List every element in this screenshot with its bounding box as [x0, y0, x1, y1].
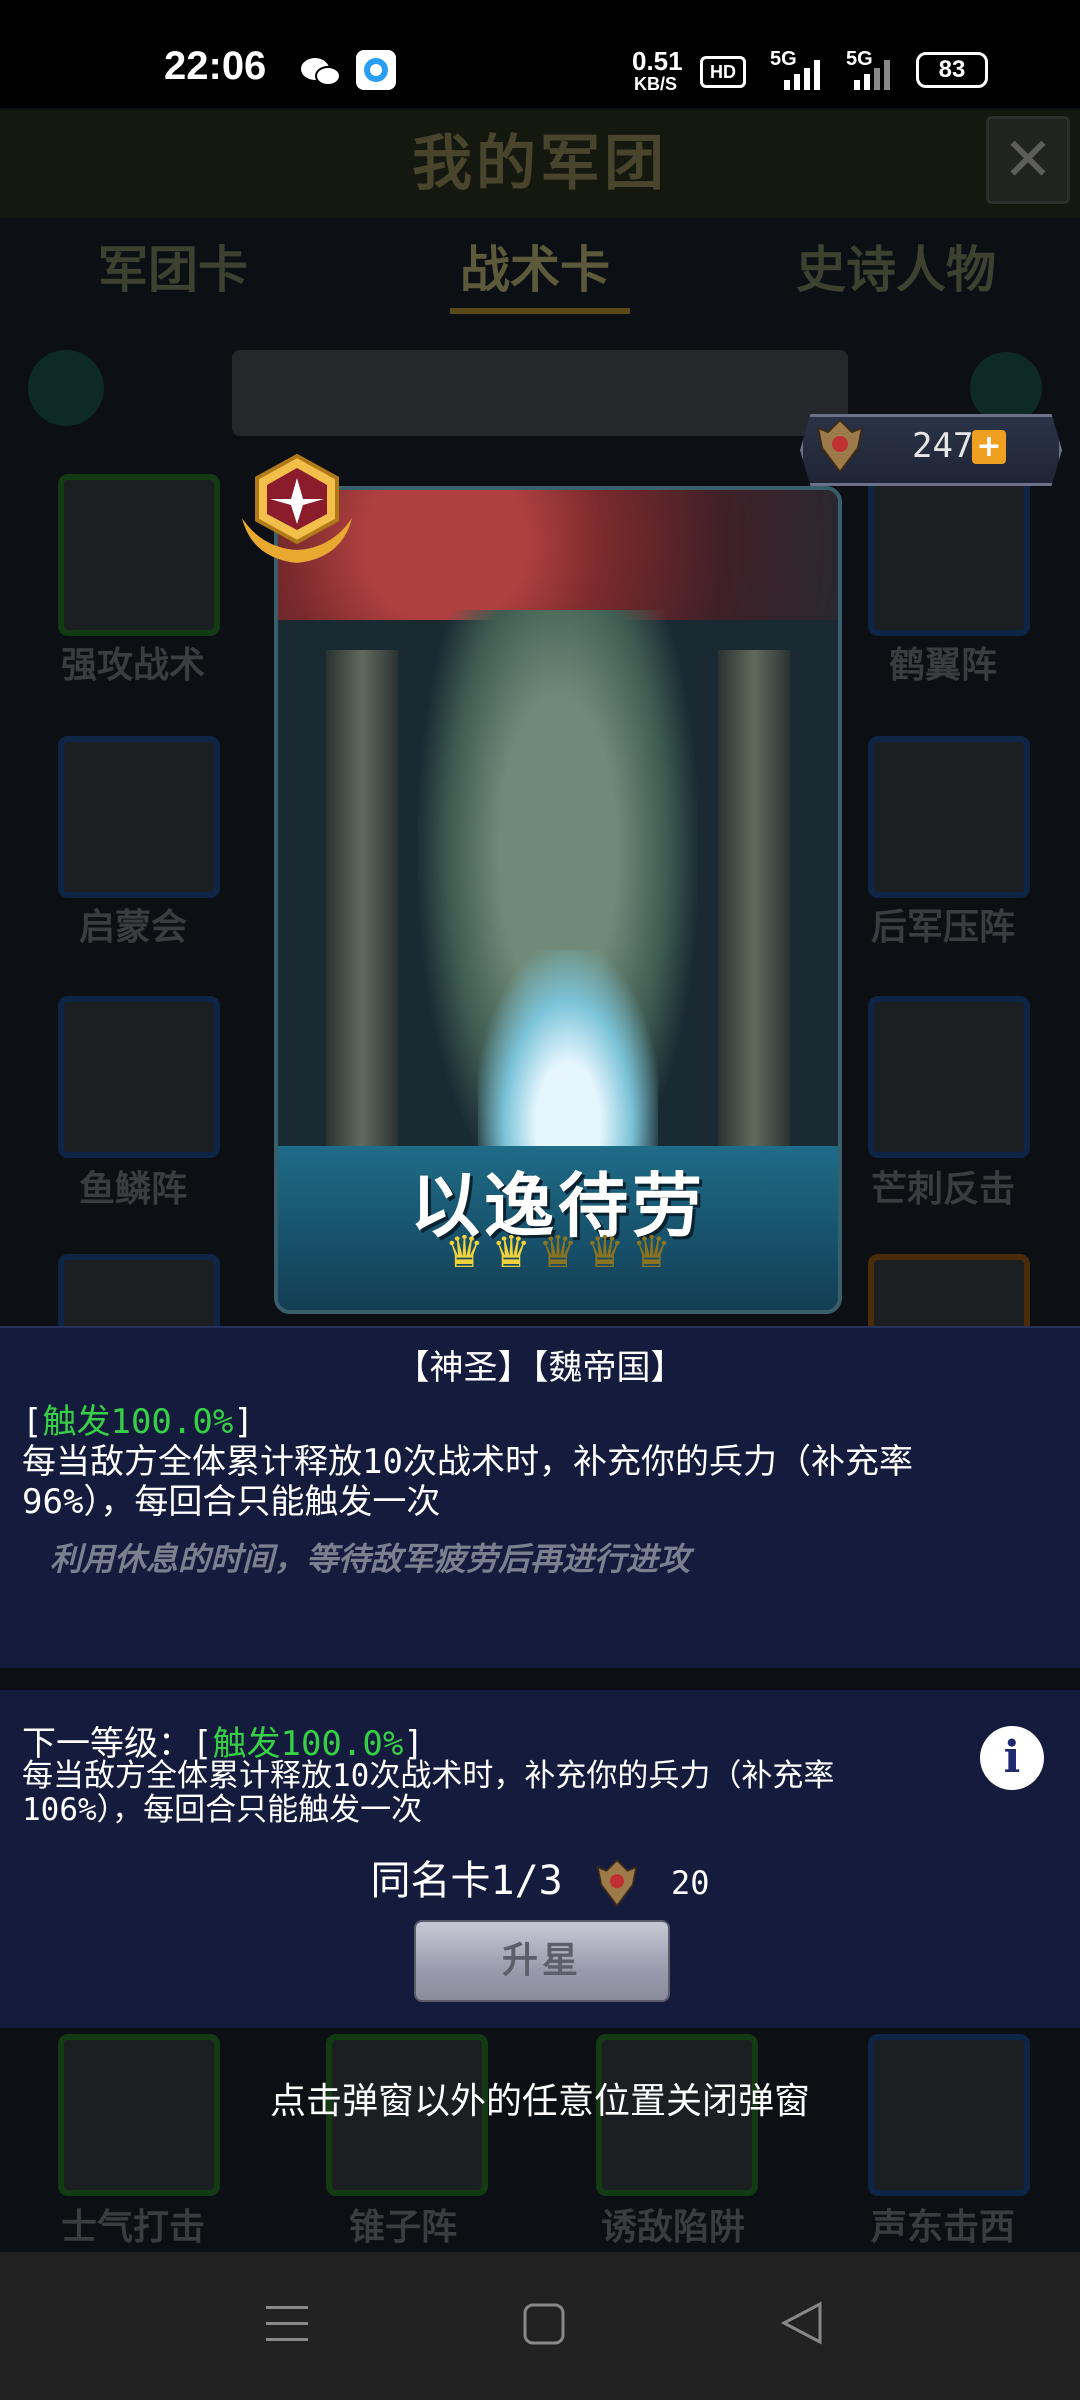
status-time: 22:06 — [164, 44, 267, 88]
crown-icon: ♛ — [631, 1227, 672, 1278]
tab-underline — [450, 308, 630, 314]
bg-card-label: 声东击西 — [870, 2207, 1015, 2248]
bg-card-label: 鱼鳞阵 — [78, 1169, 187, 1210]
bg-card[interactable] — [868, 736, 1030, 898]
next-desc-line: 106%），每回合只能触发一次 — [22, 1792, 423, 1828]
bg-card[interactable] — [58, 474, 220, 636]
home-icon[interactable] — [522, 2302, 566, 2346]
page-title: 我的军团 — [0, 110, 1080, 218]
star-rating: ♛ ♛ ♛ ♛ ♛ — [442, 1230, 674, 1280]
info-icon[interactable]: i — [980, 1726, 1044, 1790]
hd-icon: HD — [700, 56, 746, 88]
bg-card-label: 强攻战术 — [60, 645, 205, 686]
hd-label: HD — [710, 62, 736, 82]
signal-icon — [852, 58, 902, 90]
net-speed: 0.51 — [632, 46, 683, 76]
battery-level: 83 — [938, 56, 966, 83]
close-hint: 点击弹窗以外的任意位置关闭弹窗 — [269, 2081, 810, 2122]
flavor-text: 利用休息的时间，等待敌军疲劳后再进行进攻 — [50, 1540, 691, 1578]
menu-icon[interactable] — [264, 2302, 310, 2344]
bg-card-label: 诱敌陷阱 — [600, 2207, 745, 2248]
tab-army-cards[interactable]: 军团卡 — [98, 230, 248, 302]
compass-badge-icon — [232, 448, 362, 568]
bg-card[interactable] — [868, 996, 1030, 1158]
emblem-icon — [808, 414, 872, 478]
filter-icon[interactable] — [970, 352, 1042, 424]
back-icon[interactable] — [780, 2300, 824, 2346]
close-icon[interactable]: ✕ — [986, 116, 1070, 204]
duplicate-count: 同名卡1/3 — [370, 1858, 563, 1904]
card-art-pillar — [326, 650, 398, 1210]
duplicate-card-row: 同名卡1/3 20 — [0, 1848, 1080, 1911]
crown-icon: ♛ — [538, 1227, 578, 1278]
upgrade-cost: 20 — [670, 1864, 710, 1902]
bg-card[interactable] — [58, 736, 220, 898]
bg-card[interactable] — [58, 996, 220, 1158]
emblem-icon — [596, 1859, 638, 1908]
tab-tactic-cards[interactable]: 战术卡 — [460, 230, 610, 302]
battery-icon: 83 — [916, 52, 988, 88]
upgrade-star-button[interactable]: 升星 — [414, 1920, 670, 2002]
net-unit: KB/S — [634, 74, 678, 94]
crown-icon: ♛ — [444, 1227, 485, 1278]
wechat-icon — [298, 54, 342, 90]
bg-card[interactable] — [868, 474, 1030, 636]
bg-card-label: 芒刺反击 — [870, 1169, 1015, 1210]
crown-icon: ♛ — [585, 1227, 625, 1278]
card-art-pillar — [718, 650, 790, 1210]
signal-icon — [782, 58, 832, 90]
desc-line: 96%），每回合只能触发一次 — [22, 1482, 441, 1522]
card-art-sky — [278, 490, 838, 620]
add-currency-button[interactable]: + — [972, 430, 1006, 464]
tab-epic-characters[interactable]: 史诗人物 — [796, 230, 996, 302]
app-icon — [356, 50, 396, 90]
tactic-card: 以逸待劳 ♛ ♛ ♛ ♛ ♛ — [274, 486, 842, 1314]
bg-card-label: 士气打击 — [60, 2207, 205, 2248]
card-tags: 【神圣】【魏帝国】 — [395, 1348, 685, 1388]
bg-card-label: 启蒙会 — [78, 907, 187, 948]
bg-card-label: 锥子阵 — [348, 2207, 457, 2248]
bg-card-label: 后军压阵 — [870, 907, 1015, 948]
crown-icon: ♛ — [491, 1227, 531, 1278]
currency-value: 247 — [912, 426, 974, 466]
bg-card-label: 鹤翼阵 — [888, 645, 997, 686]
search-input[interactable] — [232, 350, 848, 436]
list-menu-icon[interactable] — [28, 350, 104, 426]
